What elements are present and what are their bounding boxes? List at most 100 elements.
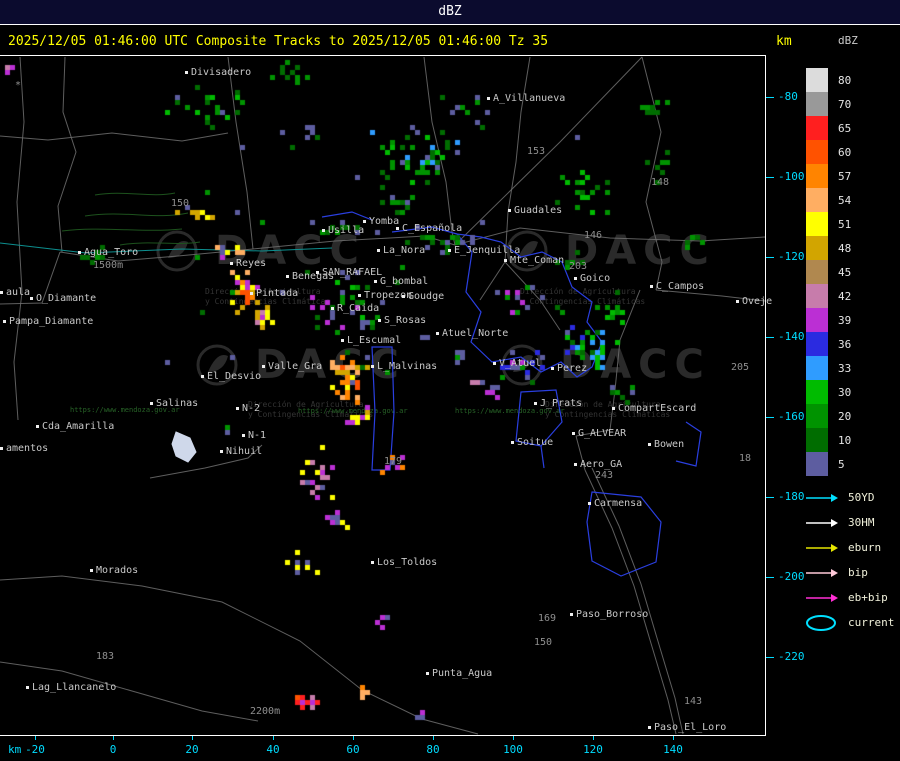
colorbar: 80 70 65 60 57 54 51 48 45 42 39 36 33 30 20 10 5 (806, 68, 851, 476)
town-name: Nihuil (226, 446, 263, 457)
town-marker-dot (504, 258, 507, 262)
bottom-axis-tick (593, 736, 594, 740)
legend-item-label: bip (848, 566, 868, 579)
town-name: S_Rosas (384, 315, 427, 326)
color-swatch (806, 260, 828, 284)
town-marker-dot (322, 228, 325, 232)
colorbar-value: 48 (838, 241, 852, 255)
map-number-label: * (15, 80, 22, 91)
map-number-label: 150 (171, 198, 190, 209)
map-number-label: 1500m (93, 260, 124, 271)
colorbar-entry: 80 (806, 68, 851, 92)
town-marker-dot (3, 319, 6, 323)
map-number-label: 243 (595, 470, 614, 481)
town-name: Paso_Borroso (576, 609, 649, 620)
window-title-text: dBZ (438, 4, 462, 19)
town-name: Pampa_Diamante (9, 316, 94, 327)
town-label: Bowen (648, 440, 684, 450)
town-marker-dot (242, 433, 245, 437)
town-name: C_Española (402, 223, 463, 234)
colorbar-entry: 51 (806, 212, 851, 236)
town-label: C_Campos (650, 282, 704, 292)
town-name: Pintada (256, 288, 299, 299)
town-name: Guadales (514, 205, 563, 216)
town-marker-dot (448, 248, 451, 252)
colorbar-entry: 30 (806, 380, 851, 404)
colorbar-entry: 5 (806, 452, 851, 476)
town-label: Carmensa (588, 499, 642, 509)
town-label: Valle_Gra (262, 362, 322, 372)
eburn-arrow-icon (804, 542, 842, 554)
town-name: Salinas (156, 398, 199, 409)
legend-item-label: eb+bip (848, 591, 888, 604)
right-axis-tick (766, 657, 774, 658)
town-label: O_Diamante (30, 294, 96, 304)
color-swatch (806, 284, 828, 308)
color-swatch (806, 428, 828, 452)
town-name: amentos (6, 443, 49, 454)
legend-item-label: eburn (848, 541, 882, 554)
town-name: Carmensa (594, 498, 643, 509)
colorbar-value: 33 (838, 361, 852, 375)
colorbar-entry: 65 (806, 116, 851, 140)
bottom-axis-tick (673, 736, 674, 740)
bottom-axis-tick (113, 736, 114, 740)
colorbar-value: 80 (838, 73, 852, 87)
town-label: Reyes (230, 259, 266, 269)
color-swatch (806, 140, 828, 164)
color-swatch (806, 212, 828, 236)
town-name: J_Prats (540, 398, 583, 409)
right-axis-tick (766, 417, 774, 418)
town-name: Cda_Amarilla (42, 421, 115, 432)
town-label: Punta_Agua (426, 669, 492, 679)
town-label: Paso_El_Loro (648, 723, 726, 733)
town-label: Agua_Toro (78, 248, 138, 258)
town-marker-dot (78, 250, 81, 254)
legend-item-30HM: 30HM (804, 510, 894, 535)
town-label: Cda_Amarilla (36, 422, 114, 432)
town-name: A_Villanueva (493, 93, 566, 104)
50YD-arrow-icon (804, 492, 842, 504)
town-marker-dot (534, 401, 537, 405)
bottom-axis-label: 0 (109, 743, 117, 756)
town-label: Salinas (150, 399, 198, 409)
town-name: El_Desvio (207, 371, 262, 382)
town-label: Perez (551, 364, 587, 374)
town-label: N-1 (242, 431, 266, 441)
bottom-axis: km -20 0 20 40 60 80 100 120 140 (0, 736, 766, 761)
bottom-axis-label: 100 (503, 743, 523, 756)
window-title: dBZ (0, 0, 900, 25)
town-marker-dot (201, 374, 204, 378)
colorbar-value: 10 (838, 433, 852, 447)
bottom-axis-label: -20 (25, 743, 45, 756)
town-marker-dot (574, 462, 577, 466)
town-name: C_Campos (656, 281, 705, 292)
town-marker-dot (396, 226, 399, 230)
bottom-axis-tick (513, 736, 514, 740)
town-label: CompartEscard (612, 404, 696, 414)
town-name: Morados (96, 565, 139, 576)
colorbar-value: 36 (838, 337, 852, 351)
color-swatch (806, 380, 828, 404)
town-marker-dot (378, 318, 381, 322)
colorbar-entry: 54 (806, 188, 851, 212)
town-marker-dot (377, 248, 380, 252)
colorbar-entry: 39 (806, 308, 851, 332)
town-marker-dot (363, 219, 366, 223)
town-name: aula (6, 287, 31, 298)
colorbar-value: 51 (838, 217, 852, 231)
town-marker-dot (574, 276, 577, 280)
town-marker-dot (220, 449, 223, 453)
town-label: G_bombal (374, 277, 428, 287)
legend-item-label: current (848, 616, 895, 629)
town-marker-dot (230, 261, 233, 265)
town-label: Yomba (363, 217, 399, 227)
town-name: Divisadero (191, 67, 252, 78)
town-name: Punta_Agua (432, 668, 493, 679)
right-axis-tick (766, 177, 774, 178)
town-marker-dot (286, 274, 289, 278)
bottom-axis-label: 60 (346, 743, 360, 756)
town-marker-dot (648, 442, 651, 446)
town-name: Perez (557, 363, 588, 374)
town-marker-dot (36, 424, 39, 428)
